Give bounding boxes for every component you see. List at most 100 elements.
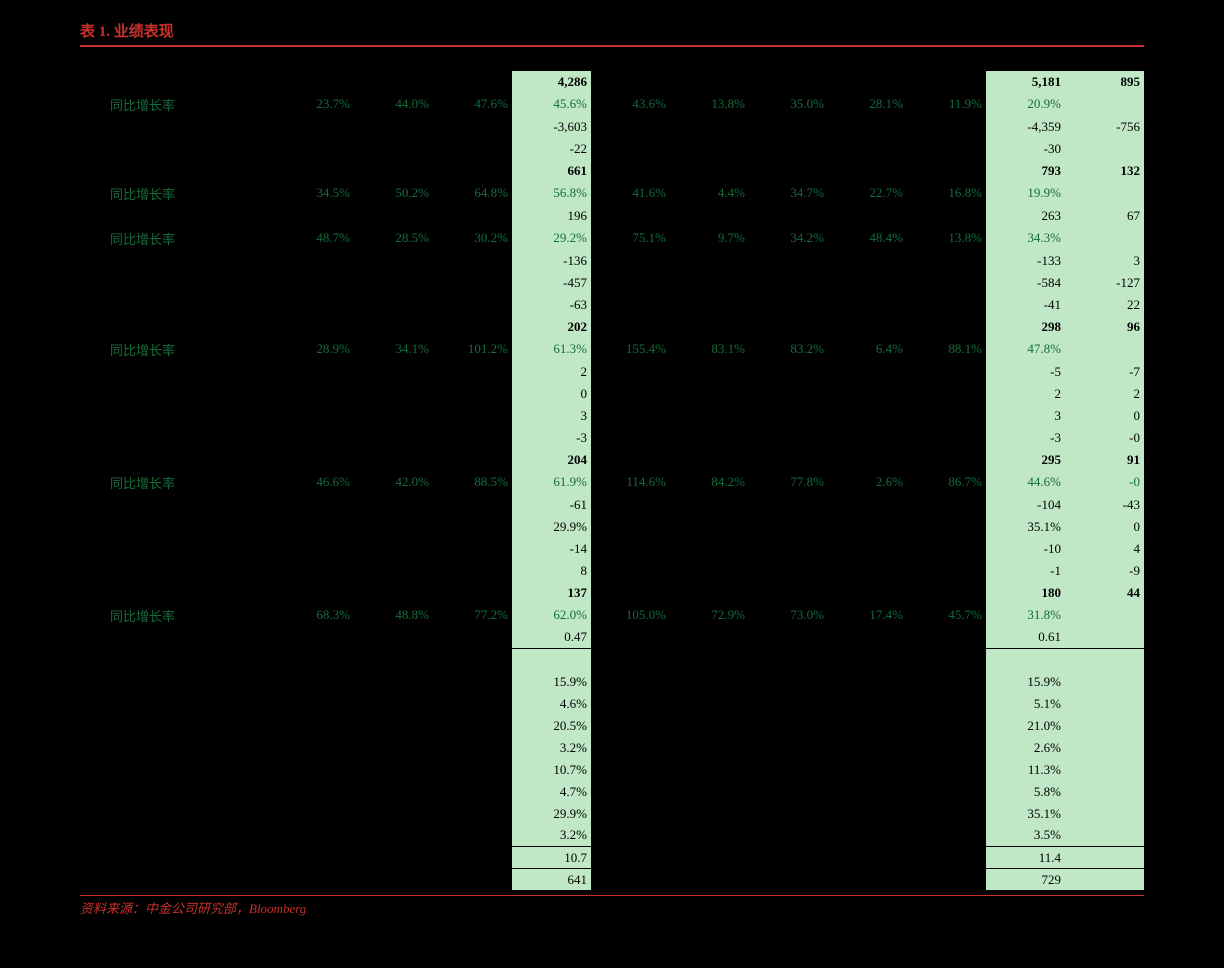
cell [907, 781, 986, 803]
cell [591, 560, 670, 582]
cell [354, 361, 433, 383]
data-row: -14-104 [80, 538, 1144, 560]
cell [591, 494, 670, 516]
cell: 13.8% [670, 93, 749, 116]
row-label [80, 847, 275, 869]
cell [749, 516, 828, 538]
cell: -10 [986, 538, 1065, 560]
cell [433, 383, 512, 405]
data-row [80, 649, 1144, 671]
cell: 44.6% [986, 471, 1065, 494]
cell [670, 160, 749, 182]
cell: 5.1% [986, 693, 1065, 715]
cell [670, 294, 749, 316]
row-label [80, 494, 275, 516]
cell: 56.8% [512, 182, 591, 205]
cell [1065, 825, 1144, 847]
cell: -3,603 [512, 116, 591, 138]
cell: 3 [1065, 250, 1144, 272]
cell [275, 160, 354, 182]
cell [275, 737, 354, 759]
cell: -9 [1065, 560, 1144, 582]
cell [749, 272, 828, 294]
cell [749, 538, 828, 560]
cell: 34.3% [986, 227, 1065, 250]
cell [828, 715, 907, 737]
data-row: 10.7%11.3% [80, 759, 1144, 781]
cell [354, 160, 433, 182]
cell [828, 759, 907, 781]
cell [433, 427, 512, 449]
cell: 28.1% [828, 93, 907, 116]
row-label [80, 316, 275, 338]
cell [828, 160, 907, 182]
cell: 0 [512, 383, 591, 405]
cell [907, 138, 986, 160]
cell [433, 138, 512, 160]
cell: 2 [1065, 383, 1144, 405]
col-header: 2005 [749, 46, 828, 71]
cell [354, 427, 433, 449]
cell [828, 383, 907, 405]
cell [749, 494, 828, 516]
row-label [80, 649, 275, 671]
row-label [80, 759, 275, 781]
row-label [80, 737, 275, 759]
cell: -584 [986, 272, 1065, 294]
cell: 137 [512, 582, 591, 604]
row-label: 同比增长率 [80, 338, 275, 361]
cell: 3.2% [512, 737, 591, 759]
cell: 83.2% [749, 338, 828, 361]
cell [907, 449, 986, 471]
cell [433, 494, 512, 516]
row-label [80, 582, 275, 604]
col-header: 2004 [275, 46, 354, 71]
cell [828, 560, 907, 582]
col-header: 1H05 [512, 46, 591, 71]
cell [670, 272, 749, 294]
cell [1065, 803, 1144, 825]
cell [433, 582, 512, 604]
cell [354, 693, 433, 715]
cell [591, 405, 670, 427]
cell [828, 427, 907, 449]
cell [670, 138, 749, 160]
cell: -61 [512, 494, 591, 516]
cell [433, 759, 512, 781]
cell: 298 [986, 316, 1065, 338]
cell [275, 361, 354, 383]
row-label: 同比增长率 [80, 182, 275, 205]
cell [354, 205, 433, 227]
data-row: 641729 [80, 869, 1144, 891]
row-label [80, 516, 275, 538]
cell [907, 847, 986, 869]
cell [1065, 182, 1144, 205]
cell [670, 383, 749, 405]
cell: 28.9% [275, 338, 354, 361]
cell [670, 449, 749, 471]
cell [591, 516, 670, 538]
cell: 4 [1065, 538, 1144, 560]
data-row: 4.7%5.8% [80, 781, 1144, 803]
cell: 105.0% [591, 604, 670, 627]
cell [275, 272, 354, 294]
cell [354, 847, 433, 869]
cell [907, 272, 986, 294]
cell [749, 205, 828, 227]
cell: 204 [512, 449, 591, 471]
cell [591, 205, 670, 227]
cell: 202 [512, 316, 591, 338]
col-header: 1Q06 [828, 46, 907, 71]
cell: 67 [1065, 205, 1144, 227]
cell [433, 405, 512, 427]
row-label [80, 405, 275, 427]
cell [907, 427, 986, 449]
cell [275, 71, 354, 93]
row-label [80, 803, 275, 825]
data-row: 29.9%35.1%0 [80, 516, 1144, 538]
cell [433, 560, 512, 582]
data-row: 29.9%35.1% [80, 803, 1144, 825]
cell [354, 516, 433, 538]
cell: 88.5% [433, 471, 512, 494]
data-row: -457-584-127 [80, 272, 1144, 294]
